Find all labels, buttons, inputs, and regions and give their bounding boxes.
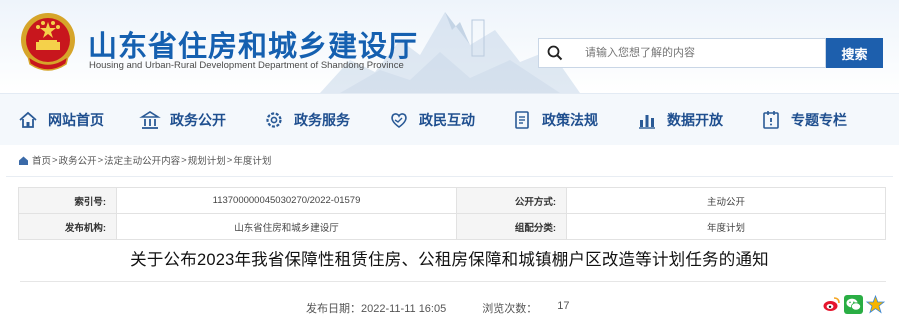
site-header: 山东省住房和城乡建设厅 Housing and Urban-Rural Deve… bbox=[0, 0, 899, 93]
nav-label: 网站首页 bbox=[48, 112, 104, 128]
breadcrumb-link-planning[interactable]: 规划计划 bbox=[188, 153, 226, 167]
home-icon bbox=[16, 108, 40, 132]
nav-label: 政务服务 bbox=[294, 112, 350, 128]
document-icon bbox=[510, 108, 534, 132]
publish-info: 发布日期：2022-11-11 16:05 浏览次数： 17 bbox=[306, 300, 569, 316]
category-label: 组配分类: bbox=[456, 213, 567, 240]
nav-label: 专题专栏 bbox=[791, 112, 847, 128]
main-nav: 网站首页 政务公开 政务服务 政民互动 政策法规 数据开放 专题专栏 bbox=[0, 93, 899, 145]
special-topic-icon bbox=[759, 108, 783, 132]
search-icon bbox=[539, 38, 571, 68]
breadcrumb-link-government-affairs[interactable]: 政务公开 bbox=[59, 153, 97, 167]
nav-label: 政策法规 bbox=[542, 112, 598, 128]
publisher-value: 山东省住房和城乡建设厅 bbox=[116, 213, 457, 240]
qzone-icon[interactable] bbox=[866, 295, 885, 314]
publish-date: 发布日期：2022-11-11 16:05 bbox=[306, 303, 447, 315]
site-title[interactable]: 山东省住房和城乡建设厅 bbox=[88, 23, 418, 65]
views-count: 17 bbox=[557, 300, 570, 312]
category-value: 年度计划 bbox=[566, 213, 886, 240]
nav-item-government-affairs[interactable]: 政务公开 bbox=[138, 94, 226, 146]
table-row: 发布机构: 山东省住房和城乡建设厅 组配分类: 年度计划 bbox=[18, 213, 886, 240]
open-type-value: 主动公开 bbox=[566, 187, 886, 214]
article-title: 关于公布2023年我省保障性租赁住房、公租房保障和城镇棚户区改造等计划任务的通知 bbox=[130, 251, 769, 269]
search-input[interactable] bbox=[571, 39, 825, 67]
nav-label: 政务公开 bbox=[170, 112, 226, 128]
table-row: 索引号: 113700000045030270/2022-01579 公开方式:… bbox=[18, 187, 886, 214]
nav-item-public-interaction[interactable]: 政民互动 bbox=[387, 94, 475, 146]
nav-item-government-services[interactable]: 政务服务 bbox=[262, 94, 350, 146]
article-panel: 索引号: 113700000045030270/2022-01579 公开方式:… bbox=[6, 176, 893, 331]
search-button[interactable]: 搜索 bbox=[826, 38, 883, 68]
breadcrumb-home-icon bbox=[18, 155, 29, 166]
breadcrumb-link-annual-plan[interactable]: 年度计划 bbox=[233, 153, 271, 167]
nav-label: 数据开放 bbox=[667, 112, 723, 128]
bar-chart-icon bbox=[635, 108, 659, 132]
views-label: 浏览次数： bbox=[482, 303, 538, 315]
site-subtitle: Housing and Urban-Rural Development Depa… bbox=[89, 60, 404, 71]
nav-item-special-topics[interactable]: 专题专栏 bbox=[759, 94, 847, 146]
breadcrumb-separator: > bbox=[52, 154, 58, 166]
nav-item-home[interactable]: 网站首页 bbox=[16, 94, 104, 146]
handshake-icon bbox=[387, 108, 411, 132]
breadcrumb-separator: > bbox=[181, 154, 187, 166]
building-icon bbox=[138, 108, 162, 132]
breadcrumb-link-statutory-disclosure[interactable]: 法定主动公开内容 bbox=[104, 153, 180, 167]
national-emblem-icon bbox=[21, 13, 75, 71]
nav-label: 政民互动 bbox=[419, 112, 475, 128]
wechat-icon[interactable] bbox=[844, 295, 863, 314]
document-meta-table: 索引号: 113700000045030270/2022-01579 公开方式:… bbox=[18, 187, 886, 240]
index-label: 索引号: bbox=[18, 187, 117, 214]
breadcrumb-separator: > bbox=[97, 154, 104, 166]
breadcrumb-separator: > bbox=[226, 154, 233, 166]
share-bar bbox=[822, 295, 885, 314]
weibo-icon[interactable] bbox=[822, 295, 841, 314]
breadcrumb: 首页 > 政务公开 > 法定主动公开内容 > 规划计划 > 年度计划 bbox=[18, 153, 271, 167]
nav-item-policies-regulations[interactable]: 政策法规 bbox=[510, 94, 598, 146]
open-type-label: 公开方式: bbox=[456, 187, 567, 214]
title-divider bbox=[20, 281, 886, 282]
search-box bbox=[538, 38, 826, 68]
breadcrumb-link-home[interactable]: 首页 bbox=[32, 153, 51, 167]
gear-icon bbox=[262, 108, 286, 132]
nav-item-open-data[interactable]: 数据开放 bbox=[635, 94, 723, 146]
publisher-label: 发布机构: bbox=[18, 213, 117, 240]
index-value: 113700000045030270/2022-01579 bbox=[116, 187, 457, 214]
